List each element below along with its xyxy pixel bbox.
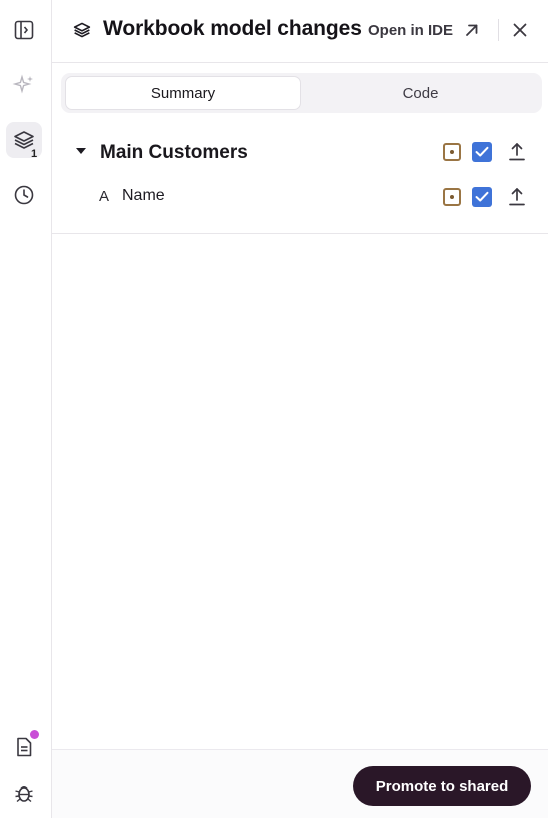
- toggle-sidebar-button[interactable]: [6, 12, 42, 48]
- panel-title: Workbook model changes: [103, 17, 362, 40]
- debug-button[interactable]: [6, 775, 42, 811]
- clock-icon: [14, 185, 34, 205]
- checkmark-icon: [475, 191, 489, 202]
- header-divider: [498, 19, 499, 41]
- upload-icon[interactable]: [508, 186, 526, 208]
- layers-icon: [73, 22, 91, 38]
- notification-dot: [30, 730, 39, 739]
- document-icon: [17, 737, 32, 757]
- sparkle-icon: [12, 74, 33, 94]
- group-checkbox[interactable]: [472, 142, 492, 162]
- tab-code[interactable]: Code: [303, 76, 538, 110]
- item-checkbox[interactable]: [472, 187, 492, 207]
- tree-group-row[interactable]: Main Customers: [52, 133, 548, 173]
- left-rail: 1: [0, 0, 52, 818]
- checkmark-icon: [475, 146, 489, 157]
- text-type-icon: A: [99, 188, 110, 205]
- tree-item-row[interactable]: A Name: [52, 178, 548, 218]
- promote-to-shared-button[interactable]: Promote to shared: [353, 766, 531, 806]
- view-tabs: Summary Code: [61, 73, 542, 113]
- panel-header: Workbook model changes Open in IDE: [52, 0, 548, 63]
- panel-footer: Promote to shared: [52, 749, 548, 818]
- external-arrow-icon[interactable]: [463, 21, 481, 39]
- dice-icon[interactable]: [443, 188, 461, 206]
- changes-count-badge: 1: [31, 148, 38, 160]
- caret-down-icon[interactable]: [76, 148, 86, 154]
- close-icon[interactable]: [510, 20, 530, 40]
- ai-assist-button[interactable]: [6, 67, 42, 103]
- tab-summary[interactable]: Summary: [65, 76, 301, 110]
- upload-icon[interactable]: [508, 141, 526, 163]
- bug-icon: [15, 785, 33, 803]
- tree-divider: [52, 233, 548, 234]
- item-label: Name: [122, 187, 165, 204]
- dice-icon[interactable]: [443, 143, 461, 161]
- open-in-ide-link[interactable]: Open in IDE: [368, 22, 453, 39]
- history-button[interactable]: [6, 177, 42, 213]
- group-label: Main Customers: [100, 142, 248, 163]
- sidebar-toggle-icon: [14, 20, 34, 40]
